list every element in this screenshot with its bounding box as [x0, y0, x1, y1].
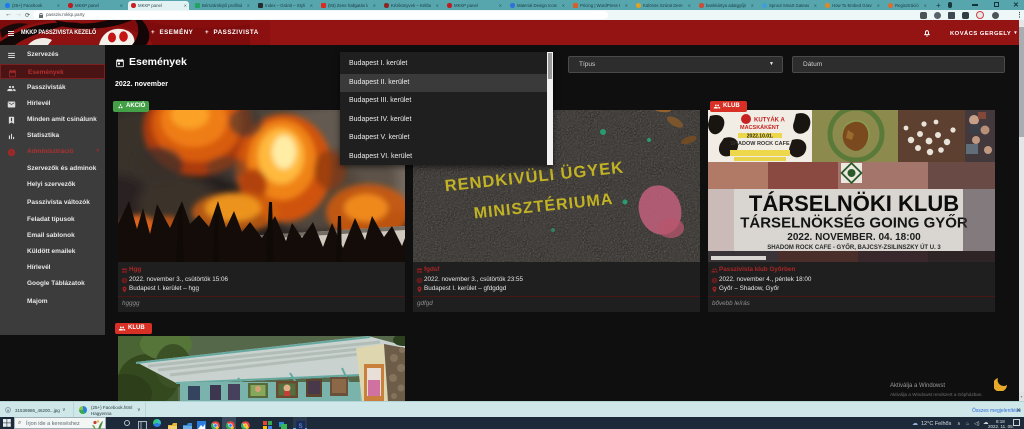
- svg-text:SHADOW ROCK CAFE: SHADOW ROCK CAFE: [730, 141, 790, 147]
- svg-text:TÁRSELNÖKI KLUB: TÁRSELNÖKI KLUB: [749, 191, 959, 216]
- svg-text:2022.10.01.: 2022.10.01.: [747, 134, 774, 140]
- svg-text:TÁRSELNÖKSÉG GOING GYŐR: TÁRSELNÖKSÉG GOING GYŐR: [740, 214, 968, 232]
- svg-text:SHADOM ROCK CAFE - GYŐR, BAJCS: SHADOM ROCK CAFE - GYŐR, BAJCSY-ZSILINSZ…: [767, 244, 941, 251]
- svg-text:MACSKÁKÉNT: MACSKÁKÉNT: [740, 123, 780, 131]
- svg-text:S: S: [298, 424, 302, 429]
- svg-text:KUTYÁK A: KUTYÁK A: [754, 117, 785, 124]
- svg-text:2022. NOVEMBER. 04. 18:00: 2022. NOVEMBER. 04. 18:00: [787, 232, 921, 243]
